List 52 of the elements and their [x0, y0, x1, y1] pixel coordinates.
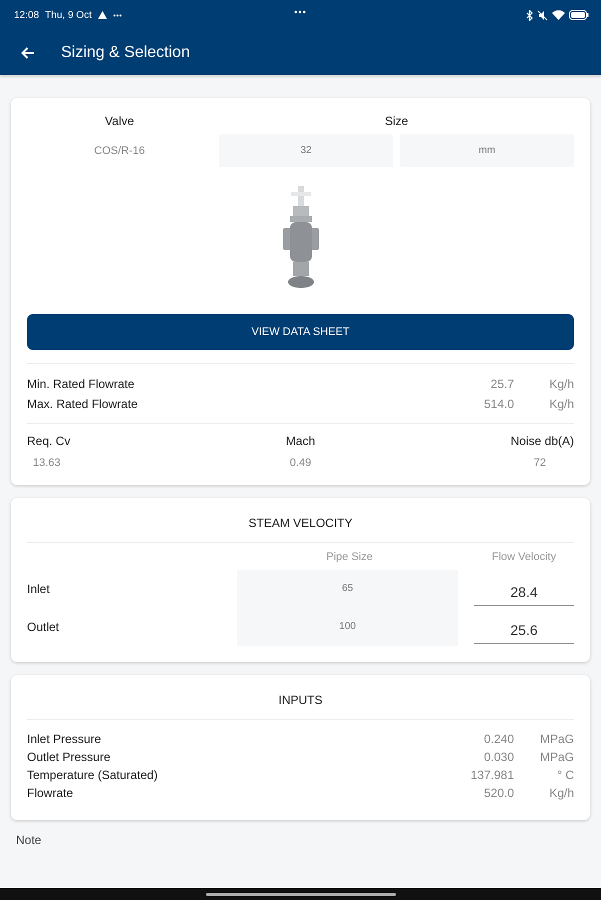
- input-unit: MPaG: [538, 750, 574, 764]
- column-header: Size: [384, 113, 410, 128]
- input-value: 137.981: [470, 768, 514, 782]
- stat-value: 0.49: [288, 457, 312, 469]
- input-label: Flowrate: [27, 786, 74, 800]
- input-label: Inlet Pressure: [27, 732, 102, 746]
- wifi-icon: [552, 10, 565, 20]
- stat-label: Noise db(A): [510, 434, 574, 448]
- section-title: STEAM VELOCITY: [247, 515, 354, 532]
- input-value: 520.0: [482, 786, 514, 800]
- input-unit: Kg/h: [548, 786, 574, 800]
- battery-icon: [569, 10, 589, 20]
- row-label: Outlet: [27, 620, 60, 634]
- home-indicator[interactable]: [206, 892, 396, 896]
- stat-label: Req. Cv: [27, 434, 72, 448]
- pipe-size-field[interactable]: 65: [237, 570, 458, 608]
- pipe-size-field[interactable]: 100: [237, 608, 458, 646]
- input-unit: ° C: [556, 768, 574, 782]
- flowrate-unit: Kg/h: [548, 397, 574, 411]
- unit-field[interactable]: mm: [400, 134, 574, 167]
- input-value: 0.030: [482, 750, 514, 764]
- page-title: Sizing & Selection: [61, 44, 190, 62]
- size-field[interactable]: 32: [219, 134, 393, 167]
- input-label: Outlet Pressure: [27, 750, 112, 764]
- column-header: Valve: [104, 113, 136, 128]
- flowrate-value: 514.0: [482, 397, 514, 411]
- mute-icon: [537, 10, 548, 20]
- stat-value: 72: [532, 457, 547, 469]
- flowrate-unit: Kg/h: [548, 377, 574, 391]
- velocity-field[interactable]: 25.6: [474, 616, 574, 644]
- status-dots: •••: [294, 7, 307, 17]
- flowrate-label: Max. Rated Flowrate: [27, 397, 139, 411]
- flowrate-label: Min. Rated Flowrate: [27, 377, 136, 391]
- status-time: 12:08: [14, 10, 40, 20]
- stat-value: 13.63: [32, 457, 62, 469]
- view-data-sheet-button[interactable]: VIEW DATA SHEET: [27, 314, 574, 350]
- velocity-field[interactable]: 28.4: [474, 578, 574, 606]
- column-header: Pipe Size: [325, 551, 374, 565]
- warning-icon: [98, 11, 107, 19]
- input-unit: MPaG: [538, 732, 574, 746]
- column-header: Flow Velocity: [490, 551, 558, 565]
- flowrate-value: 25.7: [490, 377, 514, 391]
- status-date: Thu, 9 Oct: [45, 10, 92, 20]
- note-label: Note: [16, 833, 42, 847]
- row-label: Inlet: [27, 582, 51, 596]
- input-value: 0.240: [482, 732, 514, 746]
- stat-label: Mach: [284, 434, 316, 448]
- valve-model: COS/R-16: [93, 144, 146, 156]
- more-icon: [112, 14, 122, 16]
- section-title: INPUTS: [277, 692, 324, 709]
- input-label: Temperature (Saturated): [27, 768, 159, 782]
- bluetooth-icon: [526, 10, 533, 20]
